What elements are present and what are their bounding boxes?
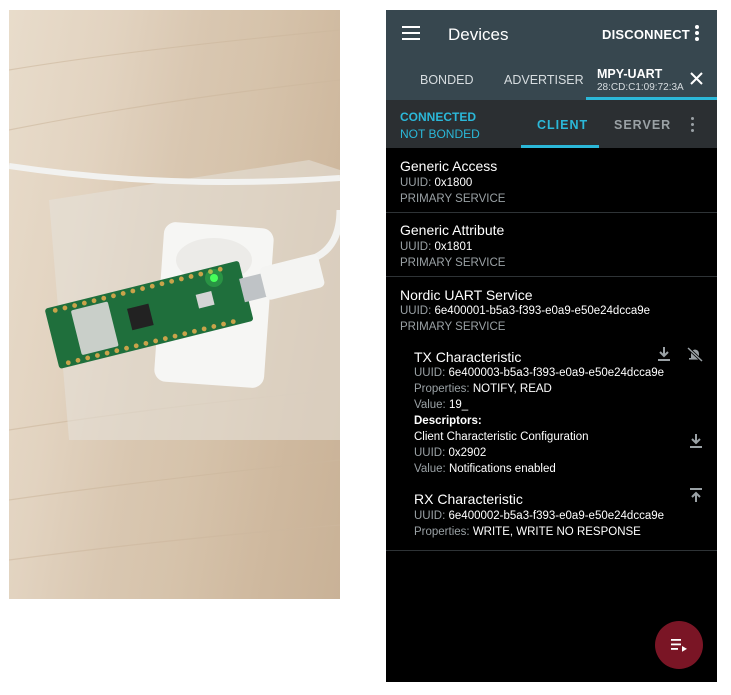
service-generic-attribute[interactable]: Generic Attribute UUID: 0x1801 PRIMARY S… [386, 212, 717, 275]
app-bar: Devices DISCONNECT [386, 10, 717, 58]
more-vert-icon[interactable] [695, 25, 699, 41]
characteristic-name: TX Characteristic [414, 349, 522, 365]
service-name: Generic Attribute [400, 222, 505, 238]
tx-characteristic[interactable]: TX Characteristic UUID: 6e400003-b5a3-f3… [386, 346, 717, 481]
service-uuid: UUID: 6e400001-b5a3-f393-e0a9-e50e24dcca… [400, 305, 651, 317]
disconnect-button[interactable]: DISCONNECT [602, 27, 690, 42]
tab-advertiser[interactable]: ADVERTISER [504, 73, 584, 87]
device-address: 28:CD:C1:09:72:3A [597, 82, 684, 93]
descriptor-value: Value: Notifications enabled [414, 463, 556, 475]
service-name: Nordic UART Service [400, 287, 533, 303]
service-type: PRIMARY SERVICE [400, 321, 506, 333]
log-list-icon [671, 639, 687, 652]
service-type: PRIMARY SERVICE [400, 257, 506, 269]
download-icon[interactable] [656, 346, 672, 362]
page-title: Devices [448, 25, 509, 44]
service-generic-access[interactable]: Generic Access UUID: 0x1800 PRIMARY SERV… [386, 148, 717, 211]
tab-mpy-uart[interactable]: MPY-UART [597, 67, 662, 81]
phone-screen: Devices DISCONNECT BONDED ADVERTISER MPY… [386, 10, 717, 682]
descriptors-heading: Descriptors: [414, 415, 482, 427]
hamburger-menu-icon[interactable] [402, 26, 420, 40]
characteristic-uuid: UUID: 6e400003-b5a3-f393-e0a9-e50e24dcca… [414, 367, 665, 379]
tab-bonded[interactable]: BONDED [420, 73, 473, 87]
characteristic-properties: Properties: NOTIFY, READ [414, 383, 552, 395]
device-photo [9, 10, 340, 599]
notifications-off-icon[interactable] [687, 346, 703, 362]
more-vert-icon[interactable] [691, 117, 695, 133]
bond-status-label: NOT BONDED [400, 127, 480, 141]
service-name: Generic Access [400, 158, 498, 174]
device-tabs: BONDED ADVERTISER MPY-UART 28:CD:C1:09:7… [386, 58, 717, 100]
tab-server[interactable]: SERVER [614, 118, 671, 132]
connected-label: CONNECTED [400, 110, 477, 124]
rx-characteristic[interactable]: RX Characteristic UUID: 6e400002-b5a3-f3… [386, 487, 717, 550]
close-icon[interactable] [690, 72, 703, 85]
divider [386, 550, 717, 551]
descriptor-uuid: UUID: 0x2902 [414, 447, 487, 459]
service-uuid: UUID: 0x1801 [400, 241, 473, 253]
download-icon[interactable] [688, 433, 704, 449]
upload-icon[interactable] [688, 487, 704, 503]
characteristic-value: Value: 19_ [414, 399, 469, 411]
descriptor-name: Client Characteristic Configuration [414, 431, 589, 443]
characteristic-uuid: UUID: 6e400002-b5a3-f393-e0a9-e50e24dcca… [414, 510, 665, 522]
log-fab-button[interactable] [655, 621, 703, 669]
service-uuid: UUID: 0x1800 [400, 177, 473, 189]
service-nordic-uart[interactable]: Nordic UART Service UUID: 6e400001-b5a3-… [386, 276, 717, 336]
characteristic-properties: Properties: WRITE, WRITE NO RESPONSE [414, 526, 641, 538]
characteristic-name: RX Characteristic [414, 491, 523, 507]
service-type: PRIMARY SERVICE [400, 193, 506, 205]
tab-client[interactable]: CLIENT [537, 118, 588, 132]
connection-status-bar: CONNECTED NOT BONDED CLIENT SERVER [386, 100, 717, 148]
